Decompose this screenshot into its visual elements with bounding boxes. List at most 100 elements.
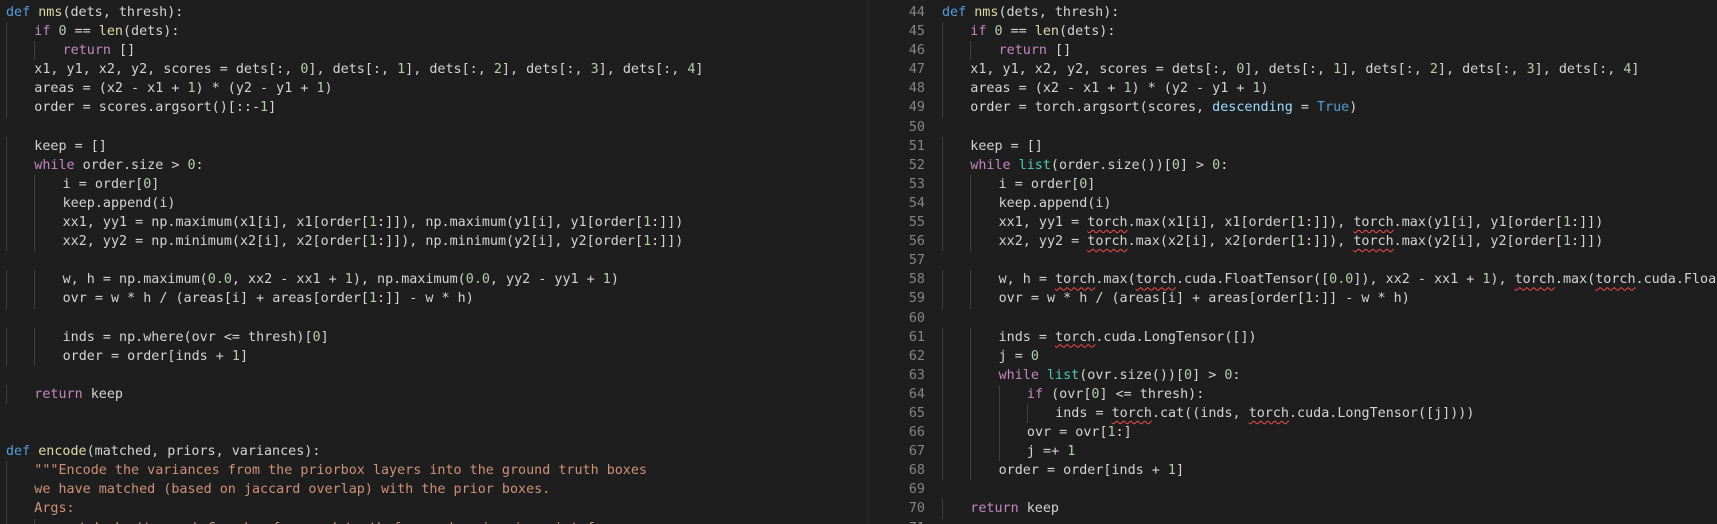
code-line[interactable]: 52 while list(order.size())[0] > 0: — [869, 155, 1717, 175]
code-line[interactable] — [6, 423, 852, 442]
code-line[interactable]: Args: — [6, 499, 852, 519]
code-token: descending — [1212, 100, 1293, 116]
code-line[interactable]: 71 — [869, 519, 1717, 524]
code-token: .max( — [1095, 272, 1136, 288]
code-text: i = order[0] — [942, 174, 1095, 194]
code-line[interactable]: 68 order = order[inds + 1] — [869, 461, 1717, 481]
code-token: 1 — [1562, 215, 1572, 231]
code-token: 1 — [316, 81, 325, 97]
code-text: x1, y1, x2, y2, scores = dets[:, 0], det… — [942, 60, 1639, 80]
code-token: len — [98, 24, 123, 40]
code-line[interactable]: 44 def nms(dets, thresh): — [869, 3, 1717, 22]
line-number: 45 — [908, 24, 925, 40]
code-line[interactable]: 70 return keep — [869, 499, 1717, 519]
code-line[interactable]: def encode(matched, priors, variances): — [6, 442, 852, 461]
code-text: order = order[inds + 1] — [942, 461, 1184, 481]
indent-guide — [6, 193, 7, 214]
code-token: 1 — [187, 81, 196, 97]
code-token: we have matched (based on jaccard overla… — [34, 482, 551, 498]
code-token: areas = (x2 - x1 + — [970, 81, 1124, 97]
code-line[interactable] — [6, 309, 852, 328]
code-line[interactable]: we have matched (based on jaccard overla… — [6, 480, 852, 500]
left-code-area[interactable]: def nms(dets, thresh): if 0 == len(dets):… — [6, 3, 852, 524]
code-line[interactable]: matched: (tensor) Coords of ground truth… — [6, 518, 852, 524]
indent-guide — [942, 442, 943, 462]
code-line[interactable]: 46 return [] — [869, 41, 1717, 61]
code-line[interactable]: inds = np.where(ovr <= thresh)[0] — [6, 327, 852, 347]
code-line[interactable]: 69 — [869, 480, 1717, 499]
code-line[interactable]: 67 j =+ 1 — [869, 442, 1717, 462]
code-line[interactable]: return keep — [6, 384, 852, 404]
code-line[interactable]: 57 — [869, 251, 1717, 270]
code-token: ) — [1260, 81, 1269, 97]
code-line[interactable]: """Encode the variances from the priorbo… — [6, 461, 852, 481]
code-line[interactable]: 48 areas = (x2 - x1 + 1) * (y2 - y1 + 1) — [869, 79, 1717, 99]
code-token: if — [1026, 386, 1044, 402]
code-token: 1 — [231, 348, 240, 364]
code-line[interactable]: w, h = np.maximum(0.0, xx2 - xx1 + 1), n… — [6, 270, 852, 290]
code-token: 1 — [368, 215, 378, 231]
code-line[interactable]: 53 i = order[0] — [869, 174, 1717, 194]
code-text: """Encode the variances from the priorbo… — [6, 461, 647, 481]
code-line[interactable]: while order.size > 0: — [6, 155, 852, 175]
right-code-area[interactable]: 44 def nms(dets, thresh): 45 if 0 == len(de… — [869, 3, 1717, 524]
code-line[interactable]: 45 if 0 == len(dets): — [869, 22, 1717, 42]
code-token: : — [1232, 367, 1241, 383]
code-token: ) * (y2 - y1 + — [195, 81, 317, 97]
code-line[interactable]: 49 order = torch.argsort(scores, descendi… — [869, 98, 1717, 118]
code-line[interactable]: 51 keep = [] — [869, 136, 1717, 156]
code-line[interactable]: 64 if (ovr[0] <= thresh): — [869, 384, 1717, 404]
indent-guide — [6, 289, 7, 309]
left-editor-pane[interactable]: def nms(dets, thresh): if 0 == len(dets):… — [0, 0, 852, 524]
code-token: 0 — [58, 24, 67, 40]
code-token: (matched, priors, variances): — [86, 444, 321, 460]
code-token: 0.0 — [465, 272, 490, 288]
code-line[interactable] — [6, 251, 852, 270]
code-line[interactable]: i = order[0] — [6, 174, 852, 194]
split-divider[interactable] — [852, 0, 869, 524]
code-token: nms — [38, 5, 63, 20]
code-text: i = order[0] — [6, 174, 159, 194]
code-line[interactable]: keep = [] — [6, 136, 852, 156]
code-line[interactable]: if 0 == len(dets): — [6, 22, 852, 42]
code-line[interactable]: x1, y1, x2, y2, scores = dets[:, 0], det… — [6, 60, 852, 80]
line-number: 67 — [908, 444, 925, 460]
code-text: while list(ovr.size())[0] > 0: — [942, 365, 1240, 385]
indent-guide — [6, 270, 7, 290]
code-line[interactable]: areas = (x2 - x1 + 1) * (y2 - y1 + 1) — [6, 79, 852, 99]
right-editor-pane[interactable]: 44 def nms(dets, thresh): 45 if 0 == len(de… — [869, 0, 1717, 524]
code-line[interactable]: return [] — [6, 41, 852, 61]
indent-guide — [34, 174, 36, 194]
code-text: order = torch.argsort(scores, descending… — [942, 98, 1357, 118]
indent-guide — [34, 270, 36, 290]
code-line[interactable]: 58 w, h = torch.max(torch.cuda.FloatTenso… — [869, 270, 1717, 290]
code-line[interactable]: 66 ovr = ovr[1:] — [869, 423, 1717, 443]
code-line[interactable]: 55 xx1, yy1 = torch.max(x1[i], x1[order[1… — [869, 213, 1717, 233]
code-line[interactable]: 59 ovr = w * h / (areas[i] + areas[order[… — [869, 289, 1717, 309]
code-line[interactable] — [6, 118, 852, 137]
code-line[interactable]: xx1, yy1 = np.maximum(x1[i], x1[order[1:… — [6, 213, 852, 233]
code-line[interactable] — [6, 366, 852, 385]
code-line[interactable]: 54 keep.append(i) — [869, 193, 1717, 214]
code-line[interactable]: order = order[inds + 1] — [6, 346, 852, 366]
code-token: :]]), — [1304, 215, 1354, 231]
code-line[interactable]: 62 j = 0 — [869, 346, 1717, 366]
code-line[interactable] — [6, 404, 852, 423]
code-line[interactable]: ovr = w * h / (areas[i] + areas[order[1:… — [6, 289, 852, 309]
code-line[interactable]: keep.append(i) — [6, 193, 852, 214]
code-line[interactable]: def nms(dets, thresh): — [6, 3, 852, 22]
code-line[interactable]: order = scores.argsort()[::-1] — [6, 98, 852, 118]
code-line[interactable]: xx2, yy2 = np.minimum(x2[i], x2[order[1:… — [6, 232, 852, 252]
code-line[interactable]: 60 — [869, 309, 1717, 328]
code-line[interactable]: 63 while list(ovr.size())[0] > 0: — [869, 365, 1717, 385]
code-text: if 0 == len(dets): — [942, 22, 1115, 42]
code-line[interactable]: 56 xx2, yy2 = torch.max(x2[i], x2[order[1… — [869, 232, 1717, 252]
code-text: return keep — [942, 499, 1059, 519]
code-line[interactable]: 65 inds = torch.cat((inds, torch.cuda.Lon… — [869, 403, 1717, 424]
code-line[interactable]: 47 x1, y1, x2, y2, scores = dets[:, 0], d… — [869, 60, 1717, 80]
code-token: xx2, yy2 = np.minimum(x2[i], x2[order[ — [62, 234, 369, 250]
code-token: 1 — [344, 272, 353, 288]
code-line[interactable]: 61 inds = torch.cuda.LongTensor([]) — [869, 327, 1717, 347]
indent-guide — [34, 289, 36, 309]
code-line[interactable]: 50 — [869, 118, 1717, 137]
